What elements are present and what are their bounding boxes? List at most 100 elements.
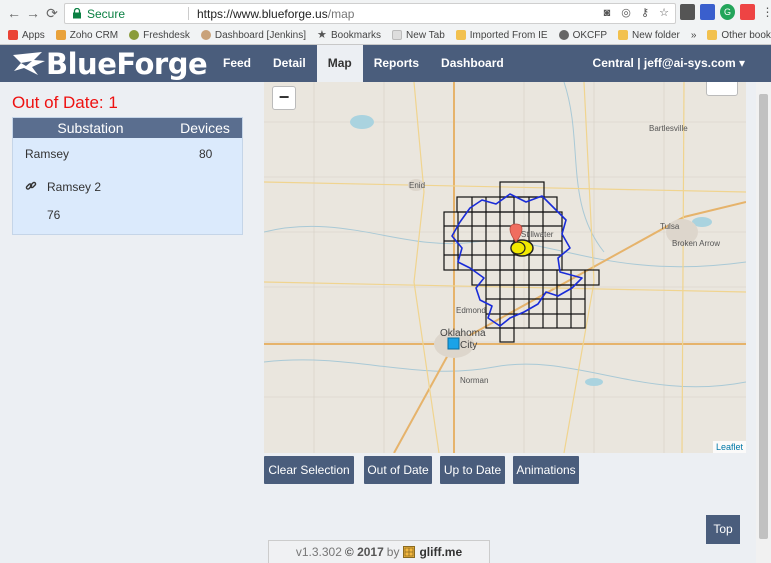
- grammarly-icon[interactable]: G: [720, 4, 735, 20]
- header-devices[interactable]: Devices: [168, 120, 242, 136]
- bookmark-jenkins[interactable]: Dashboard [Jenkins]: [200, 29, 307, 41]
- out-of-date-title: Out of Date: 1: [12, 93, 118, 112]
- nav-reports[interactable]: Reports: [363, 45, 430, 82]
- gliff-link[interactable]: gliff.me: [419, 545, 462, 559]
- chrome-menu-icon[interactable]: ⋮: [760, 4, 771, 20]
- nav-dashboard[interactable]: Dashboard: [430, 45, 515, 82]
- device-count: 80: [199, 147, 213, 161]
- omnibox-actions: ◙ ◎ ⚷ ☆: [600, 6, 671, 22]
- header-substation[interactable]: Substation: [13, 120, 168, 136]
- folder-icon: [618, 30, 629, 40]
- bookmark-freshdesk[interactable]: Freshdesk: [129, 30, 190, 41]
- zoom-out-button[interactable]: −: [272, 86, 296, 110]
- substation-name[interactable]: Ramsey 2: [47, 180, 101, 194]
- key-icon[interactable]: ⚷: [638, 6, 652, 20]
- scrollbar-thumb[interactable]: [759, 94, 768, 539]
- version: v1.3.302: [295, 545, 342, 559]
- target-icon[interactable]: ◎: [619, 6, 633, 20]
- logo-wordmark: BlueForge: [46, 47, 208, 81]
- extension-shield-icon[interactable]: [680, 4, 695, 20]
- map-label-broken-arrow: Broken Arrow: [672, 239, 721, 248]
- link-icon[interactable]: [25, 180, 37, 192]
- bookmark-label: OKCFP: [572, 29, 608, 41]
- map-view[interactable]: Bartlesville Enid Tulsa Broken Arrow Edm…: [264, 82, 746, 453]
- map-label-tulsa: Tulsa: [660, 222, 680, 231]
- camera-icon[interactable]: ◙: [600, 6, 614, 20]
- logo-blue: Blue: [46, 47, 117, 81]
- substation-name[interactable]: Ramsey: [25, 147, 69, 161]
- address-bar[interactable]: Secure https://www.blueforge.us/map ◙ ◎ …: [64, 3, 676, 24]
- bookmark-label: New folder: [632, 29, 680, 41]
- bookmark-apps[interactable]: Apps: [8, 30, 45, 41]
- user-menu[interactable]: Central | jeff@ai-sys.com ▾: [593, 45, 745, 82]
- url-host: https://www.blueforge.us: [197, 7, 328, 21]
- extension-bar: G ⋮: [680, 4, 771, 20]
- map-label-enid: Enid: [409, 181, 426, 190]
- nav-feed[interactable]: Feed: [212, 45, 262, 82]
- omnibox-divider: [188, 7, 189, 20]
- folder-icon: [455, 30, 466, 40]
- reload-icon[interactable]: ⟳: [44, 5, 60, 21]
- jenkins-icon: [200, 30, 211, 40]
- map-label-bartlesville: Bartlesville: [649, 124, 688, 133]
- browser-toolbar: ← → ⟳ Secure https://www.blueforge.us/ma…: [0, 0, 771, 26]
- bookmark-label: Apps: [22, 29, 45, 41]
- eagle-logo-icon: [13, 52, 45, 75]
- blueforge-logo[interactable]: BlueForge: [12, 47, 208, 81]
- forward-icon[interactable]: →: [25, 5, 41, 21]
- map-label-oklahoma: Oklahoma: [440, 328, 486, 339]
- bookmark-label: Dashboard [Jenkins]: [214, 29, 307, 41]
- page-icon: [392, 30, 403, 40]
- animations-button[interactable]: Animations: [513, 456, 579, 484]
- okcfp-icon: [558, 30, 569, 40]
- layers-control-icon[interactable]: [706, 82, 738, 96]
- bookmark-label: Other bookmarks: [721, 29, 771, 41]
- bookmarks-bar: Apps Zoho CRM Freshdesk Dashboard [Jenki…: [0, 26, 771, 44]
- up-to-date-button[interactable]: Up to Date: [440, 456, 505, 484]
- user-label: Central | jeff@ai-sys.com: [592, 56, 736, 70]
- back-icon[interactable]: ←: [6, 5, 22, 21]
- logo-forge: Forge: [116, 47, 208, 81]
- footer-by: by: [386, 545, 400, 559]
- star-icon: ★: [317, 29, 327, 41]
- map-label-norman: Norman: [460, 376, 489, 385]
- bookmark-zoho-crm[interactable]: Zoho CRM: [55, 29, 119, 41]
- extension-red-icon[interactable]: [740, 4, 755, 20]
- url-text[interactable]: https://www.blueforge.us/map: [197, 7, 354, 21]
- bookmark-imported-from-ie[interactable]: Imported From IE: [455, 29, 548, 41]
- bookmark-label: Imported From IE: [469, 29, 548, 41]
- footer: v1.3.302 © 2017 by gliff.me: [268, 540, 490, 563]
- table-header: Substation Devices: [13, 118, 242, 138]
- out-of-date-button[interactable]: Out of Date: [364, 456, 432, 484]
- bookmark-new-tab[interactable]: New Tab: [392, 30, 445, 41]
- folder-icon: [707, 30, 718, 40]
- bookmark-bookmarks[interactable]: ★ Bookmarks: [317, 30, 381, 41]
- bookmark-new-folder[interactable]: New folder: [618, 30, 680, 41]
- top-button[interactable]: Top: [706, 515, 740, 544]
- leaflet-attribution[interactable]: Leaflet: [712, 441, 746, 453]
- nav-detail[interactable]: Detail: [262, 45, 317, 82]
- star-icon[interactable]: ☆: [657, 6, 671, 20]
- lock-icon: [73, 8, 81, 19]
- extension-flag-icon[interactable]: [700, 4, 715, 20]
- bookmark-other-bookmarks[interactable]: Other bookmarks: [707, 30, 771, 41]
- map-tiles: [264, 82, 746, 453]
- nav-map[interactable]: Map: [316, 45, 363, 82]
- secure-label: Secure: [87, 7, 126, 21]
- bookmarks-overflow[interactable]: »: [691, 30, 697, 41]
- bookmark-label: New Tab: [406, 29, 445, 41]
- copyright: © 2017: [344, 545, 384, 559]
- zoho-icon: [55, 30, 66, 40]
- caret-down-icon: ▾: [735, 56, 745, 70]
- map-label-stillwater: Stillwater: [521, 230, 554, 239]
- bookmark-label: Bookmarks: [331, 29, 382, 41]
- url-path: /map: [327, 7, 355, 21]
- browser-chrome: ← → ⟳ Secure https://www.blueforge.us/ma…: [0, 0, 771, 45]
- gliff-logo-icon: [403, 546, 416, 558]
- clear-selection-button[interactable]: Clear Selection: [264, 456, 354, 484]
- main-nav: Feed Detail Map Reports Dashboard: [212, 45, 515, 82]
- freshdesk-icon: [129, 30, 140, 40]
- apps-icon: [8, 30, 18, 40]
- bookmark-label: Zoho CRM: [69, 29, 119, 41]
- bookmark-okcfp[interactable]: OKCFP: [558, 29, 608, 41]
